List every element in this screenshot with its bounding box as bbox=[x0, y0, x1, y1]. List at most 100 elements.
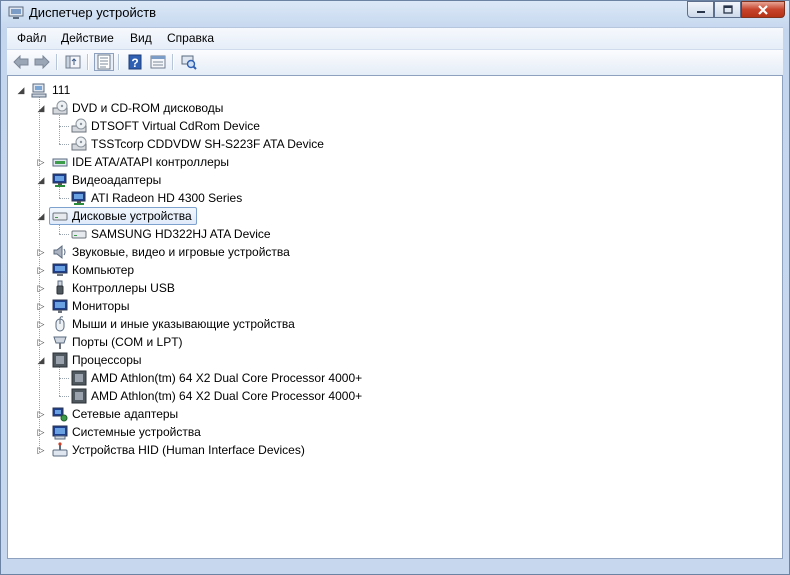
tree-node-system[interactable]: ▷ Системные устройства bbox=[8, 423, 778, 441]
expand-icon[interactable]: ▷ bbox=[36, 261, 46, 279]
node-label: Системные устройства bbox=[72, 425, 201, 439]
tree-root[interactable]: ◢ 111 bbox=[8, 81, 778, 99]
node-label: IDE ATA/ATAPI контроллеры bbox=[72, 155, 230, 169]
node-label: Видеоадаптеры bbox=[72, 173, 162, 187]
window-controls bbox=[687, 1, 785, 19]
menu-action[interactable]: Действие bbox=[61, 31, 114, 45]
expand-icon[interactable]: ▷ bbox=[36, 441, 46, 459]
tree-node-usb[interactable]: ▷ Контроллеры USB bbox=[8, 279, 778, 297]
device-manager-app-icon bbox=[8, 6, 24, 19]
minimize-icon bbox=[696, 10, 705, 13]
tree-node-hid[interactable]: ▷ Устройства HID (Human Interface Device… bbox=[8, 441, 778, 459]
node-label: Звуковые, видео и игровые устройства bbox=[72, 245, 290, 259]
device-tree[interactable]: ◢ 111 ◢ DVD и CD-ROM дисководы DTSOFT Vi… bbox=[7, 75, 783, 559]
processor-icon bbox=[52, 352, 68, 368]
menu-view[interactable]: Вид bbox=[130, 31, 152, 45]
view-button[interactable] bbox=[148, 53, 168, 71]
close-button[interactable] bbox=[741, 1, 785, 18]
expand-icon[interactable]: ▷ bbox=[36, 333, 46, 351]
expand-icon[interactable]: ▷ bbox=[36, 279, 46, 297]
tree-child-device[interactable]: TSSTcorp CDDVDW SH-S223F ATA Device bbox=[8, 135, 778, 153]
collapse-icon[interactable]: ◢ bbox=[16, 81, 26, 99]
tree-child-device[interactable]: AMD Athlon(tm) 64 X2 Dual Core Processor… bbox=[8, 387, 778, 405]
node-label: DVD и CD-ROM дисководы bbox=[72, 101, 224, 115]
tree-node-computer[interactable]: ▷ Компьютер bbox=[8, 261, 778, 279]
collapse-icon[interactable]: ◢ bbox=[36, 351, 46, 369]
maximize-button[interactable] bbox=[714, 1, 741, 18]
title-bar[interactable]: Диспетчер устройств bbox=[1, 1, 789, 27]
help-icon: ? bbox=[128, 54, 142, 70]
node-label: Мониторы bbox=[72, 299, 130, 313]
forward-icon bbox=[34, 55, 50, 69]
disk-drive-icon bbox=[71, 230, 87, 239]
system-devices-icon bbox=[52, 425, 68, 440]
status-bar bbox=[7, 560, 783, 572]
display-adapter-icon bbox=[52, 173, 67, 187]
tree-node-dvd[interactable]: ◢ DVD и CD-ROM дисководы bbox=[8, 99, 778, 117]
tree-node-ports[interactable]: ▷ Порты (COM и LPT) bbox=[8, 333, 778, 351]
expand-icon[interactable]: ▷ bbox=[36, 243, 46, 261]
tree-node-network[interactable]: ▷ Сетевые адаптеры bbox=[8, 405, 778, 423]
device-manager-window: Диспетчер устройств Файл Действие Вид Сп… bbox=[0, 0, 790, 575]
tree-node-mice[interactable]: ▷ Мыши и иные указывающие устройства bbox=[8, 315, 778, 333]
node-label: Сетевые адаптеры bbox=[72, 407, 179, 421]
collapse-icon[interactable]: ◢ bbox=[36, 171, 46, 189]
dvd-drive-icon bbox=[52, 100, 68, 115]
tree-node-monitors[interactable]: ▷ Мониторы bbox=[8, 297, 778, 315]
view-icon bbox=[150, 55, 166, 69]
usb-icon bbox=[56, 280, 64, 295]
node-label: Порты (COM и LPT) bbox=[72, 335, 183, 349]
window-title: Диспетчер устройств bbox=[29, 5, 157, 20]
node-label: Компьютер bbox=[72, 263, 135, 277]
tree-child-device[interactable]: AMD Athlon(tm) 64 X2 Dual Core Processor… bbox=[8, 369, 778, 387]
properties-icon bbox=[97, 54, 111, 70]
device-label: AMD Athlon(tm) 64 X2 Dual Core Processor… bbox=[91, 371, 363, 385]
device-label: AMD Athlon(tm) 64 X2 Dual Core Processor… bbox=[91, 389, 363, 403]
help-button[interactable]: ? bbox=[125, 53, 145, 71]
tree-child-device[interactable]: ATI Radeon HD 4300 Series bbox=[8, 189, 778, 207]
properties-button[interactable] bbox=[94, 53, 114, 71]
expand-icon[interactable]: ▷ bbox=[36, 315, 46, 333]
node-label: Дисковые устройства bbox=[72, 209, 192, 223]
expand-icon[interactable]: ▷ bbox=[36, 153, 46, 171]
tree-child-device[interactable]: SAMSUNG HD322HJ ATA Device bbox=[8, 225, 778, 243]
back-button[interactable] bbox=[11, 53, 31, 71]
menu-file[interactable]: Файл bbox=[17, 31, 47, 45]
toolbar: ? bbox=[7, 49, 783, 76]
minimize-button[interactable] bbox=[687, 1, 714, 18]
expand-icon[interactable]: ▷ bbox=[36, 405, 46, 423]
tree-child-device[interactable]: DTSOFT Virtual CdRom Device bbox=[8, 117, 778, 135]
tree-node-video[interactable]: ◢ Видеоадаптеры bbox=[8, 171, 778, 189]
tree-node-processors[interactable]: ◢ Процессоры bbox=[8, 351, 778, 369]
collapse-icon[interactable]: ◢ bbox=[36, 207, 46, 225]
tree-node-ide[interactable]: ▷ IDE ATA/ATAPI контроллеры bbox=[8, 153, 778, 171]
network-adapter-icon bbox=[52, 407, 68, 422]
tree-node-sound[interactable]: ▷ Звуковые, видео и игровые устройства bbox=[8, 243, 778, 261]
device-label: TSSTcorp CDDVDW SH-S223F ATA Device bbox=[91, 137, 324, 151]
hid-icon bbox=[52, 442, 68, 457]
processor-icon bbox=[71, 370, 87, 386]
svg-text:?: ? bbox=[131, 56, 138, 70]
node-label: Устройства HID (Human Interface Devices) bbox=[72, 443, 305, 457]
port-icon bbox=[53, 336, 67, 349]
toolbar-separator bbox=[56, 54, 58, 70]
close-icon bbox=[758, 4, 768, 15]
monitor-icon bbox=[52, 299, 68, 313]
sound-icon bbox=[53, 244, 66, 260]
scan-hardware-button[interactable] bbox=[179, 53, 199, 71]
up-icon bbox=[65, 55, 81, 69]
expand-icon[interactable]: ▷ bbox=[36, 423, 46, 441]
computer-root-icon bbox=[31, 83, 47, 98]
toolbar-separator bbox=[87, 54, 89, 70]
device-label: DTSOFT Virtual CdRom Device bbox=[91, 119, 260, 133]
menu-bar: Файл Действие Вид Справка bbox=[7, 27, 783, 50]
root-label: 111 bbox=[52, 83, 71, 97]
up-button[interactable] bbox=[63, 53, 83, 71]
node-label: Мыши и иные указывающие устройства bbox=[72, 317, 295, 331]
node-label: Контроллеры USB bbox=[72, 281, 175, 295]
forward-button[interactable] bbox=[32, 53, 52, 71]
expand-icon[interactable]: ▷ bbox=[36, 297, 46, 315]
menu-help[interactable]: Справка bbox=[167, 31, 214, 45]
collapse-icon[interactable]: ◢ bbox=[36, 99, 46, 117]
tree-node-disk[interactable]: ◢ Дисковые устройства bbox=[8, 207, 778, 225]
